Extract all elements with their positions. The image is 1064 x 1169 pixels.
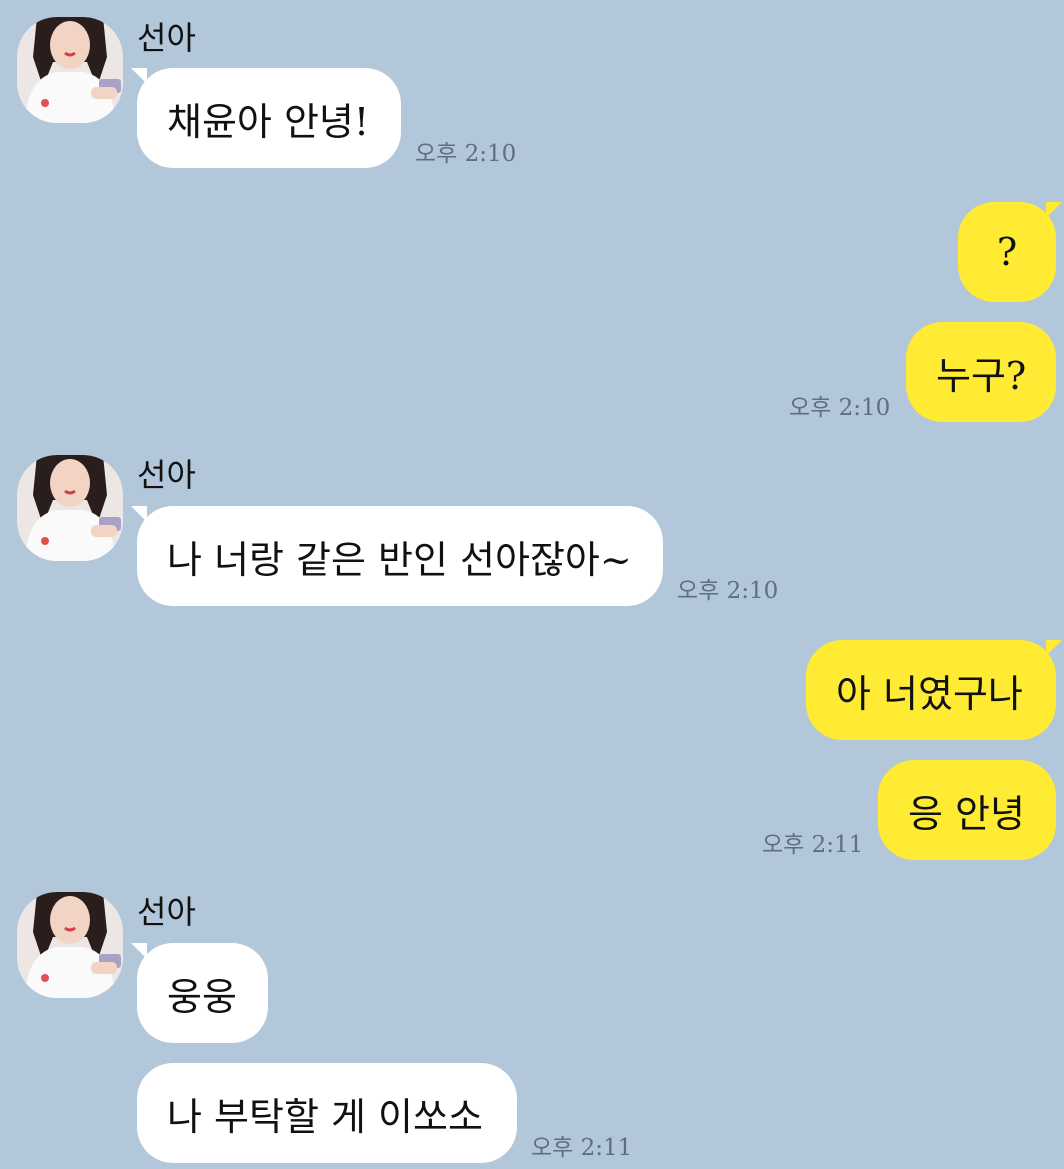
message-bubble[interactable]: 아 너였구나 <box>806 640 1062 740</box>
message-timestamp: 오후 2:10 <box>677 578 779 604</box>
message-bubble[interactable]: 누구? <box>906 322 1056 422</box>
message-text: 나 부탁할 게 이쏘소 <box>167 1094 483 1139</box>
message-timestamp: 오후 2:11 <box>762 832 864 858</box>
profile-photo-icon <box>17 17 123 123</box>
message-bubble[interactable]: ? <box>958 202 1062 302</box>
message-bubble[interactable]: 채윤아 안녕! <box>131 68 401 168</box>
profile-photo-icon <box>17 892 123 998</box>
message-bubble[interactable]: 나 부탁할 게 이쏘소 <box>137 1063 517 1163</box>
message-text: 응 안녕 <box>908 791 1025 836</box>
profile-photo-icon <box>17 455 123 561</box>
avatar[interactable] <box>17 455 123 561</box>
message-text: 채윤아 안녕! <box>167 99 370 144</box>
message-timestamp: 오후 2:10 <box>789 395 891 421</box>
message-bubble[interactable]: 응 안녕 <box>878 760 1056 860</box>
avatar[interactable] <box>17 892 123 998</box>
message-text: 누구? <box>936 353 1027 398</box>
message-timestamp: 오후 2:11 <box>531 1135 633 1161</box>
message-timestamp: 오후 2:10 <box>415 141 517 167</box>
sender-name: 선아 <box>137 456 196 494</box>
message-text: 나 너랑 같은 반인 선아잖아~ <box>167 537 632 582</box>
message-text: ? <box>996 230 1018 274</box>
avatar[interactable] <box>17 17 123 123</box>
sender-name: 선아 <box>137 893 196 931</box>
message-text: 아 너였구나 <box>836 671 1023 716</box>
message-text: 웅웅 <box>167 974 237 1019</box>
sender-name: 선아 <box>137 19 196 57</box>
message-bubble[interactable]: 나 너랑 같은 반인 선아잖아~ <box>131 506 663 606</box>
message-bubble[interactable]: 웅웅 <box>131 943 268 1043</box>
